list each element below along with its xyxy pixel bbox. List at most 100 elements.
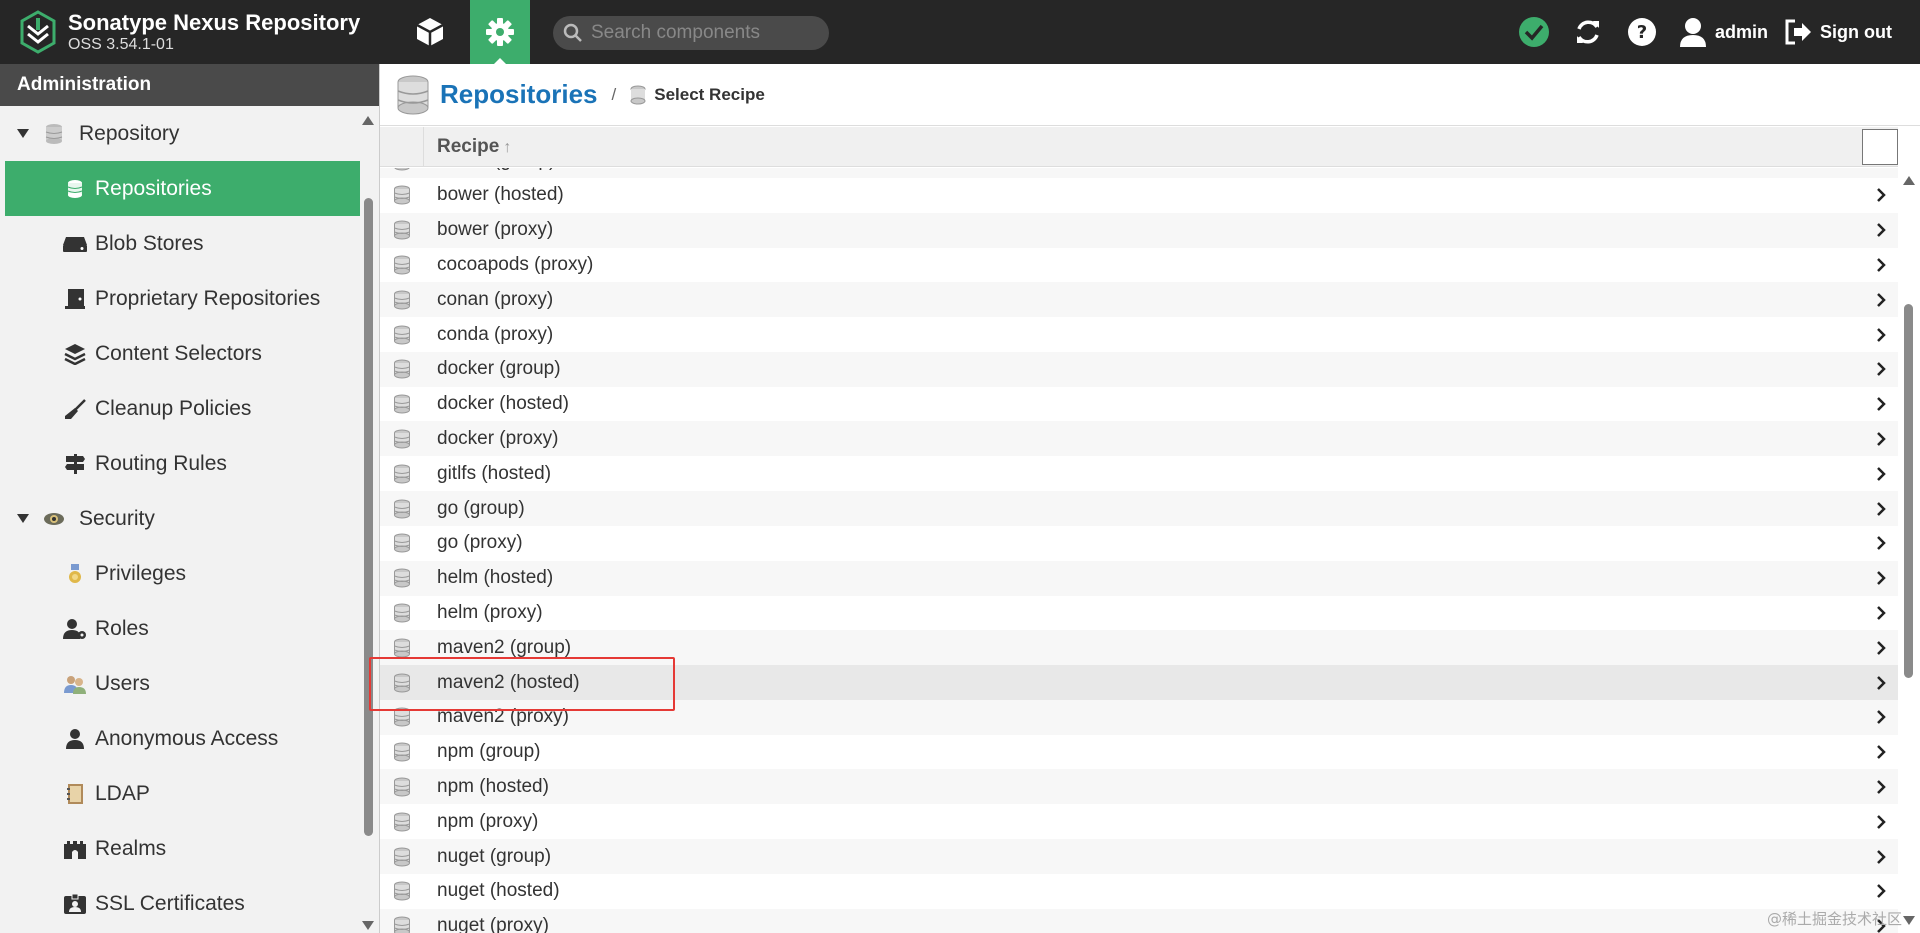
database-icon bbox=[380, 168, 424, 171]
chevron-right-icon bbox=[1876, 804, 1886, 839]
address-book-icon bbox=[61, 782, 89, 806]
sidebar-item-repositories[interactable]: Repositories bbox=[5, 161, 360, 216]
recipe-row[interactable]: helm (proxy) bbox=[380, 595, 1898, 630]
refresh-button[interactable] bbox=[1561, 0, 1615, 64]
scrollbar-thumb[interactable] bbox=[1904, 304, 1913, 678]
sign-out-icon bbox=[1785, 19, 1812, 45]
caret-down-icon[interactable] bbox=[17, 514, 29, 523]
recipe-row[interactable]: bower (proxy) bbox=[380, 212, 1898, 248]
recipe-row[interactable]: docker (hosted) bbox=[380, 387, 1898, 422]
sidebar-item-privileges[interactable]: Privileges bbox=[5, 546, 360, 601]
browse-button[interactable] bbox=[400, 0, 460, 64]
recipe-row[interactable]: npm (hosted) bbox=[380, 769, 1898, 805]
caret-down-icon[interactable] bbox=[17, 129, 29, 138]
chevron-right-icon bbox=[1876, 735, 1886, 770]
recipe-row[interactable]: npm (proxy) bbox=[380, 804, 1898, 839]
recipe-name: npm (proxy) bbox=[437, 810, 539, 832]
sidebar-item-ldap[interactable]: LDAP bbox=[5, 766, 360, 821]
recipe-name: nuget (proxy) bbox=[437, 915, 549, 933]
chevron-right-icon bbox=[1876, 213, 1886, 248]
refresh-icon bbox=[1577, 20, 1599, 44]
system-status-button[interactable] bbox=[1507, 0, 1561, 64]
sign-out-label: Sign out bbox=[1820, 21, 1892, 42]
recipe-row[interactable]: go (proxy) bbox=[380, 526, 1898, 561]
sidebar-item-ssl-certificates[interactable]: SSL Certificates bbox=[5, 876, 360, 931]
recipe-row[interactable]: conan (proxy) bbox=[380, 282, 1898, 318]
recipe-row[interactable]: nuget (proxy) bbox=[380, 908, 1898, 933]
breadcrumb-current-label: Select Recipe bbox=[654, 84, 765, 104]
sidebar-scrollbar[interactable] bbox=[361, 112, 375, 932]
sidebar-item-proprietary-repositories[interactable]: Proprietary Repositories bbox=[5, 271, 360, 326]
recipe-name: go (group) bbox=[437, 497, 525, 519]
scroll-down-arrow-icon[interactable] bbox=[1903, 916, 1915, 925]
breadcrumb-repositories-link[interactable]: Repositories bbox=[440, 79, 598, 110]
sidebar-item-label: Repositories bbox=[95, 176, 212, 200]
recipe-row[interactable]: docker (proxy) bbox=[380, 421, 1898, 457]
sidebar-item-blob-stores[interactable]: Blob Stores bbox=[5, 216, 360, 271]
search-input[interactable] bbox=[591, 22, 811, 44]
database-icon bbox=[380, 881, 424, 901]
tree-group-label: Repository bbox=[79, 121, 180, 145]
database-icon bbox=[380, 185, 424, 205]
sidebar-item-roles[interactable]: Roles bbox=[5, 601, 360, 656]
chevron-right-icon bbox=[1876, 178, 1886, 213]
chevron-right-icon bbox=[1876, 769, 1886, 804]
database-icon bbox=[380, 290, 424, 310]
sidebar-item-realms[interactable]: Realms bbox=[5, 821, 360, 876]
recipe-row[interactable]: helm (hosted) bbox=[380, 560, 1898, 596]
database-icon bbox=[380, 394, 424, 414]
column-menu-button[interactable] bbox=[1862, 129, 1898, 165]
recipe-name: nuget (hosted) bbox=[437, 880, 560, 902]
sidebar-item-anonymous-access[interactable]: Anonymous Access bbox=[5, 711, 360, 766]
recipe-row[interactable]: go (group) bbox=[380, 491, 1898, 526]
castle-gate-icon bbox=[61, 837, 89, 861]
sidebar-item-cleanup-policies[interactable]: Cleanup Policies bbox=[5, 381, 360, 436]
recipe-row[interactable]: nuget (hosted) bbox=[380, 874, 1898, 909]
grid-scrollbar[interactable] bbox=[1902, 174, 1916, 929]
help-button[interactable]: ? bbox=[1615, 0, 1669, 64]
recipe-row[interactable]: bower (hosted) bbox=[380, 178, 1898, 213]
chevron-right-icon bbox=[1876, 561, 1886, 596]
recipe-name: maven2 (group) bbox=[437, 636, 572, 658]
scrollbar-thumb[interactable] bbox=[364, 198, 373, 836]
database-icon bbox=[380, 812, 424, 832]
tree-group-repository[interactable]: Repository bbox=[5, 106, 360, 161]
database-icon bbox=[380, 847, 424, 867]
cube-icon bbox=[416, 18, 444, 46]
chevron-right-icon bbox=[1876, 387, 1886, 422]
breadcrumb-separator: / bbox=[611, 84, 617, 104]
breadcrumb-current: Select Recipe bbox=[630, 85, 765, 105]
recipe-row[interactable]: docker (group) bbox=[380, 351, 1898, 387]
search-box[interactable] bbox=[553, 16, 829, 50]
database-icon bbox=[380, 568, 424, 588]
recipe-row[interactable]: npm (group) bbox=[380, 735, 1898, 770]
recipe-row[interactable]: nuget (group) bbox=[380, 839, 1898, 874]
sidebar-item-content-selectors[interactable]: Content Selectors bbox=[5, 326, 360, 381]
recipe-name: conda (proxy) bbox=[437, 323, 554, 345]
database-icon bbox=[380, 777, 424, 797]
database-icon bbox=[380, 916, 424, 933]
chevron-right-icon bbox=[1876, 317, 1886, 352]
recipe-row[interactable]: conda (proxy) bbox=[380, 317, 1898, 352]
database-icon bbox=[380, 255, 424, 275]
brand[interactable]: Sonatype Nexus Repository OSS 3.54.1-01 bbox=[18, 10, 360, 54]
sidebar-item-users[interactable]: Users bbox=[5, 656, 360, 711]
scroll-up-arrow-icon[interactable] bbox=[1903, 176, 1915, 185]
recipe-row[interactable]: gitlfs (hosted) bbox=[380, 456, 1898, 491]
chevron-right-icon bbox=[1876, 282, 1886, 317]
sidebar-item-label: Routing Rules bbox=[95, 451, 227, 475]
sidebar-item-label: Realms bbox=[95, 836, 167, 860]
tree-group-security[interactable]: Security bbox=[5, 491, 360, 546]
recipe-column-header[interactable]: Recipe ↑ bbox=[437, 127, 511, 167]
scroll-up-arrow-icon[interactable] bbox=[362, 116, 374, 125]
user-button[interactable]: admin bbox=[1669, 17, 1784, 47]
recipe-row[interactable]: bower (group) bbox=[380, 168, 1898, 178]
recipe-row[interactable]: cocoapods (proxy) bbox=[380, 247, 1898, 282]
tree-group-label: Security bbox=[79, 506, 155, 530]
sidebar-item-label: Proprietary Repositories bbox=[95, 286, 321, 310]
administration-button[interactable] bbox=[470, 0, 530, 64]
database-icon bbox=[380, 742, 424, 762]
sign-out-button[interactable]: Sign out bbox=[1784, 19, 1920, 45]
scroll-down-arrow-icon[interactable] bbox=[362, 921, 374, 930]
sidebar-item-routing-rules[interactable]: Routing Rules bbox=[5, 436, 360, 491]
